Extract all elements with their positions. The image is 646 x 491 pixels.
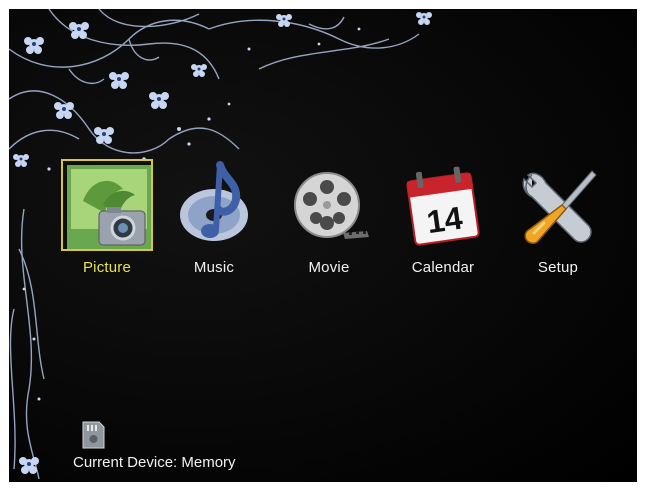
music-icon: [168, 159, 260, 251]
current-device-label: Current Device: Memory: [73, 454, 236, 471]
menu-label-calendar: Calendar: [411, 259, 475, 276]
memory-card-icon: [80, 421, 106, 449]
movie-icon: [283, 159, 375, 251]
calendar-day-number: 14: [424, 200, 464, 241]
menu-item-calendar[interactable]: 14 Calendar: [388, 159, 498, 284]
menu-item-picture[interactable]: Picture: [52, 159, 162, 284]
menu-label-music: Music: [193, 259, 235, 276]
menu-item-setup[interactable]: Setup: [503, 159, 613, 284]
picture-icon: [61, 159, 153, 251]
menu-label-movie: Movie: [308, 259, 350, 276]
calendar-icon: 14: [397, 159, 489, 251]
menu-label-picture: Picture: [82, 259, 132, 276]
photo-frame-screen: Picture Music Movie 14 Calendar Setup Cu…: [9, 9, 637, 482]
setup-icon: [512, 159, 604, 251]
menu-label-setup: Setup: [537, 259, 579, 276]
menu-item-music[interactable]: Music: [159, 159, 269, 284]
menu-item-movie[interactable]: Movie: [274, 159, 384, 284]
